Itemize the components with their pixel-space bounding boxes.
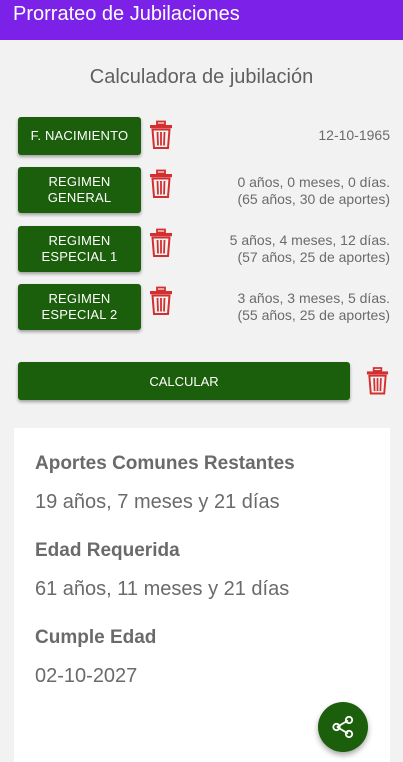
delete-birth-date-trash-icon[interactable] — [148, 120, 174, 150]
regimen-especial-2-time: 3 años, 3 meses, 5 días. — [237, 290, 390, 306]
screen-title: Calculadora de jubilación — [89, 66, 314, 88]
regimen-especial-2-requirement: (55 años, 25 de aportes) — [237, 307, 390, 323]
regimen-general-time: 0 años, 0 meses, 0 días. — [237, 174, 390, 190]
regimen-especial-1-info: 5 años, 4 meses, 12 días. (57 años, 25 d… — [230, 232, 390, 266]
delete-regimen-general-trash-icon[interactable] — [148, 169, 174, 199]
regimen-especial-2-button[interactable]: REGIMEN ESPECIAL 2 — [18, 284, 141, 330]
share-icon — [332, 715, 354, 739]
app-title: Prorrateo de Jubilaciones — [13, 3, 240, 25]
regimen-especial-1-requirement: (57 años, 25 de aportes) — [237, 249, 390, 265]
edad-requerida-label: Edad Requerida — [35, 540, 180, 561]
app-bar: Prorrateo de Jubilaciones — [0, 0, 403, 40]
birth-date-text: 12-10-1965 — [318, 127, 390, 143]
clear-all-trash-icon[interactable] — [365, 366, 390, 396]
regimen-especial-1-line2: ESPECIAL 1 — [41, 249, 118, 264]
regimen-general-requirement: (65 años, 30 de aportes) — [237, 191, 390, 207]
aportes-restantes-value: 19 años, 7 meses y 21 días — [35, 491, 280, 513]
share-button[interactable] — [318, 702, 368, 752]
regimen-especial-1-button[interactable]: REGIMEN ESPECIAL 1 — [18, 226, 141, 272]
delete-regimen-especial-2-trash-icon[interactable] — [148, 286, 174, 316]
regimen-general-info: 0 años, 0 meses, 0 días. (65 años, 30 de… — [237, 174, 390, 208]
birth-date-button[interactable]: F. NACIMIENTO — [18, 117, 141, 155]
regimen-especial-2-info: 3 años, 3 meses, 5 días. (55 años, 25 de… — [237, 290, 390, 324]
birth-date-value: 12-10-1965 — [318, 127, 390, 144]
regimen-especial-2-line2: ESPECIAL 2 — [41, 307, 118, 322]
regimen-general-button[interactable]: REGIMEN GENERAL — [18, 167, 141, 213]
edad-requerida-value: 61 años, 11 meses y 21 días — [35, 578, 290, 600]
regimen-general-line2: GENERAL — [47, 190, 112, 205]
regimen-general-line1: REGIMEN — [48, 174, 111, 189]
regimen-especial-1-time: 5 años, 4 meses, 12 días. — [229, 232, 390, 248]
regimen-especial-2-line1: REGIMEN — [48, 291, 111, 306]
aportes-restantes-label: Aportes Comunes Restantes — [35, 453, 295, 474]
cumple-edad-value: 02-10-2027 — [35, 665, 138, 687]
regimen-especial-1-line1: REGIMEN — [48, 233, 111, 248]
calculate-button[interactable]: CALCULAR — [18, 362, 350, 400]
cumple-edad-label: Cumple Edad — [35, 627, 157, 648]
delete-regimen-especial-1-trash-icon[interactable] — [148, 228, 174, 258]
